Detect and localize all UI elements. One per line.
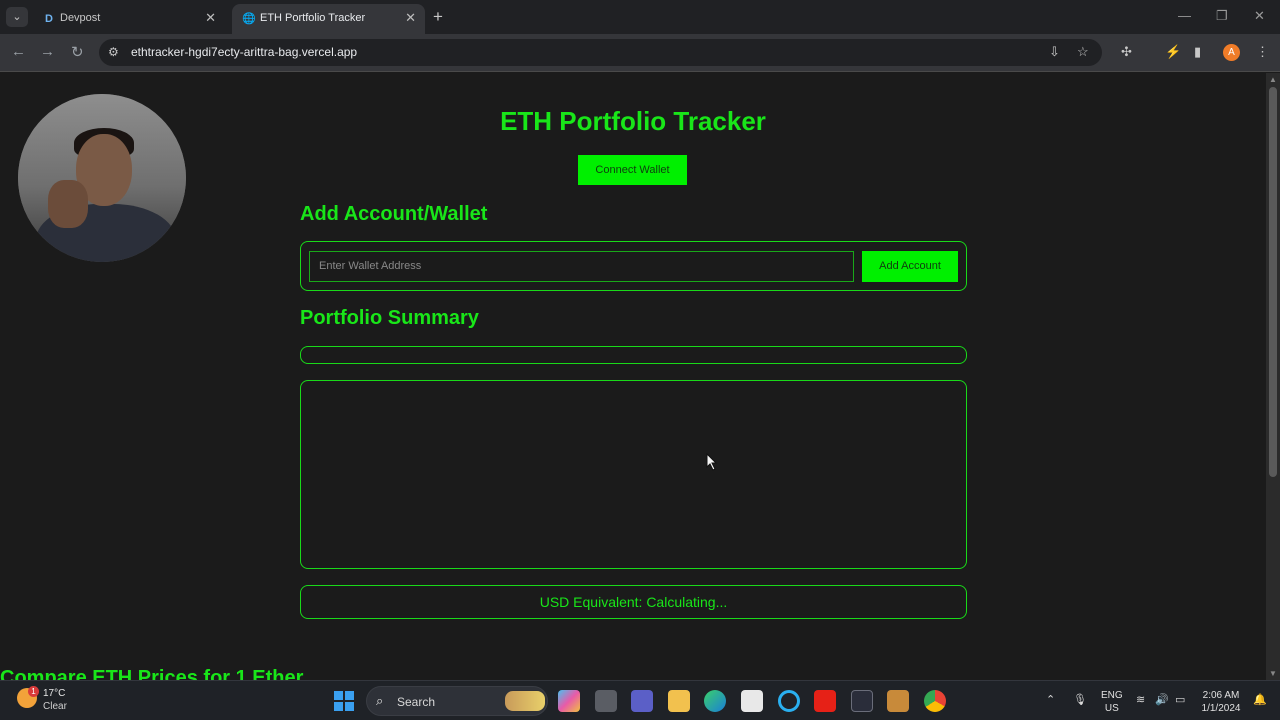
- tray-overflow-chevron-icon[interactable]: ⌃: [1046, 693, 1055, 706]
- scrollbar-thumb[interactable]: [1269, 87, 1277, 477]
- extensions-puzzle-icon[interactable]: ✣: [1121, 44, 1132, 60]
- microphone-icon[interactable]: 🎙: [1073, 693, 1087, 706]
- usd-equivalent-panel: USD Equivalent: Calculating...: [300, 585, 967, 619]
- portfolio-list-panel: [300, 380, 967, 569]
- forward-arrow-icon[interactable]: →: [40, 43, 55, 60]
- compare-prices-heading: Compare ETH Prices for 1 Ether: [0, 667, 304, 680]
- browser-toolbar: ← → ↻ ⚙ ethtracker-hgdi7ecty-arittra-bag…: [0, 34, 1280, 72]
- reload-icon[interactable]: ↻: [71, 43, 84, 61]
- tab-title: Devpost: [60, 12, 101, 24]
- wifi-icon[interactable]: ≋: [1136, 693, 1145, 706]
- connect-wallet-button[interactable]: Connect Wallet: [578, 155, 687, 185]
- address-url: ethtracker-hgdi7ecty-arittra-bag.vercel.…: [131, 45, 358, 59]
- task-view-icon[interactable]: [595, 690, 617, 712]
- close-icon[interactable]: ✕: [205, 10, 216, 26]
- page-title: ETH Portfolio Tracker: [500, 106, 766, 136]
- search-label: Search: [397, 695, 436, 709]
- mouse-cursor-icon: [706, 453, 718, 471]
- edge-icon[interactable]: [704, 690, 726, 712]
- copilot-icon[interactable]: [558, 690, 580, 712]
- add-account-form: Enter Wallet Address Add Account: [300, 241, 967, 291]
- file-explorer-icon[interactable]: [668, 690, 690, 712]
- scroll-up-icon[interactable]: ▲: [1269, 75, 1277, 84]
- back-arrow-icon[interactable]: ←: [11, 43, 26, 60]
- minimize-icon[interactable]: —: [1178, 8, 1191, 23]
- weather-temperature[interactable]: 17°C: [43, 688, 65, 699]
- side-panel-icon[interactable]: ▮: [1194, 44, 1201, 60]
- install-app-icon[interactable]: ⇩: [1049, 44, 1060, 60]
- kebab-menu-icon[interactable]: ⋮: [1256, 44, 1269, 60]
- windows-taskbar: 1 17°C Clear ⌕ Search ⌃ 🎙 ENG US ≋ 🔊 ▭ 2…: [0, 680, 1280, 720]
- scroll-down-icon[interactable]: ▼: [1269, 669, 1277, 678]
- globe-icon: 🌐: [242, 13, 256, 25]
- browser-titlebar: ⌄ D Devpost ✕ 🌐 ETH Portfolio Tracker ✕ …: [0, 0, 1280, 34]
- search-highlight-image: [505, 691, 545, 711]
- store-icon[interactable]: [741, 690, 763, 712]
- devpost-favicon-icon: D: [45, 13, 53, 25]
- new-tab-plus-icon[interactable]: +: [433, 7, 443, 27]
- lang-code: ENG: [1101, 690, 1123, 701]
- tab-eth-portfolio-tracker[interactable]: 🌐 ETH Portfolio Tracker ✕: [232, 4, 425, 34]
- lang-region: US: [1104, 703, 1119, 714]
- profile-avatar[interactable]: A: [1223, 44, 1240, 61]
- tab-title: ETH Portfolio Tracker: [260, 12, 366, 24]
- notification-icon[interactable]: 🔔: [1253, 693, 1267, 706]
- page-scrollbar[interactable]: ▲ ▼: [1266, 73, 1280, 680]
- battery-icon[interactable]: ▭: [1175, 693, 1185, 706]
- summary-bar: [300, 346, 967, 364]
- chrome-icon[interactable]: [924, 690, 946, 712]
- taskbar-search[interactable]: ⌕ Search: [366, 686, 548, 716]
- alexa-icon[interactable]: [778, 690, 800, 712]
- wallet-address-input[interactable]: Enter Wallet Address: [309, 251, 854, 282]
- weather-condition[interactable]: Clear: [43, 701, 67, 712]
- portfolio-summary-heading: Portfolio Summary: [300, 307, 479, 329]
- window-close-icon[interactable]: ✕: [1254, 8, 1265, 24]
- tab-devpost[interactable]: D Devpost ✕: [32, 4, 225, 34]
- clock-date: 1/1/2024: [1201, 703, 1241, 714]
- teams-icon[interactable]: [631, 690, 653, 712]
- web-page: ETH Portfolio Tracker Connect Wallet Add…: [0, 73, 1266, 680]
- site-info-icon[interactable]: ⚙: [108, 45, 119, 59]
- bookmark-star-icon[interactable]: ☆: [1077, 44, 1089, 60]
- maximize-icon[interactable]: ❐: [1216, 8, 1228, 24]
- tab-search-button[interactable]: ⌄: [6, 7, 28, 27]
- add-account-button[interactable]: Add Account: [862, 251, 958, 282]
- close-icon[interactable]: ✕: [405, 10, 416, 26]
- search-icon: ⌕: [376, 693, 384, 708]
- address-bar[interactable]: ⚙ ethtracker-hgdi7ecty-arittra-bag.verce…: [99, 39, 1102, 66]
- windows-start-icon[interactable]: [334, 691, 354, 711]
- package-icon[interactable]: [887, 690, 909, 712]
- volume-icon[interactable]: 🔊: [1155, 693, 1169, 706]
- system-clock[interactable]: 2:06 AM 1/1/2024: [1196, 689, 1246, 715]
- youtube-icon[interactable]: [814, 690, 836, 712]
- clock-time: 2:06 AM: [1202, 690, 1240, 701]
- performance-icon[interactable]: ⚡: [1165, 44, 1181, 60]
- add-account-heading: Add Account/Wallet: [300, 203, 488, 225]
- input-language[interactable]: ENG US: [1101, 689, 1123, 715]
- terminal-icon[interactable]: [851, 690, 873, 712]
- weather-badge: 1: [28, 686, 39, 697]
